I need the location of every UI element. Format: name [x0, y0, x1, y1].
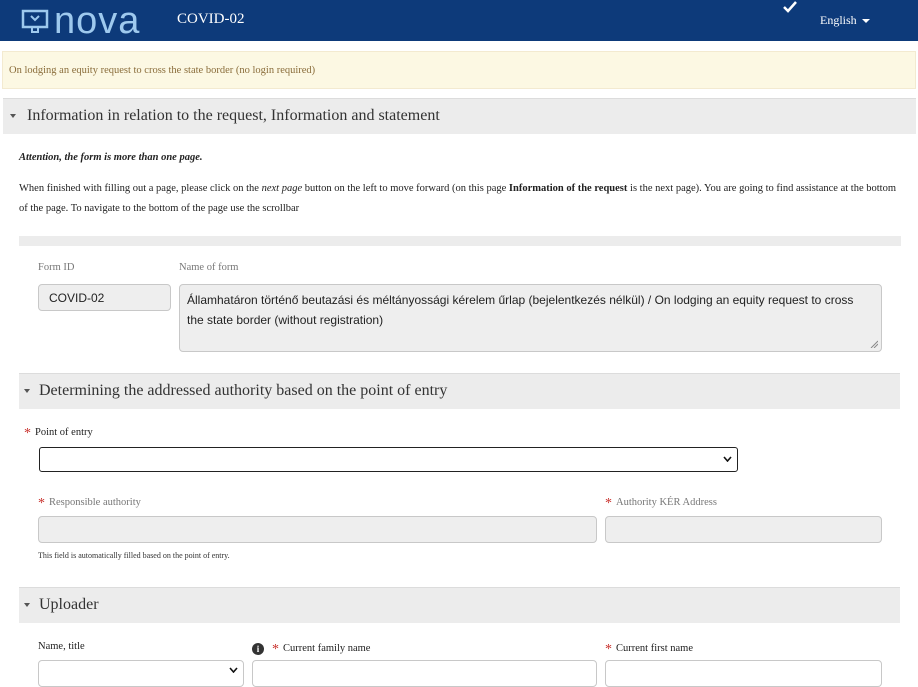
- language-label: English: [820, 13, 857, 27]
- section-title: Uploader: [39, 596, 99, 613]
- language-dropdown[interactable]: English: [820, 13, 870, 28]
- section-header-authority[interactable]: Determining the addressed authority base…: [19, 373, 900, 409]
- form-name-label: Name of form: [179, 262, 239, 273]
- first-name-label: * Current first name: [605, 642, 693, 657]
- attention-note: Attention, the form is more than one pag…: [19, 152, 203, 163]
- name-title-label: Name, title: [38, 641, 85, 652]
- form-name-value: Államhatáron történő beutazási és méltán…: [187, 293, 854, 327]
- divider-bar: [19, 236, 901, 246]
- chevron-down-icon: [229, 667, 238, 673]
- form-id-label: Form ID: [38, 262, 75, 273]
- collapse-triangle-icon: [24, 603, 30, 607]
- collapse-triangle-icon: [24, 389, 30, 393]
- required-asterisk: *: [24, 426, 31, 441]
- required-asterisk: *: [605, 496, 612, 511]
- form-id-value: COVID-02: [49, 291, 105, 305]
- resize-handle-icon[interactable]: [870, 340, 878, 348]
- info-icon[interactable]: i: [252, 643, 264, 655]
- chevron-down-icon: [723, 456, 732, 462]
- notice-text: On lodging an equity request to cross th…: [9, 65, 316, 76]
- section-header-information[interactable]: Information in relation to the request, …: [3, 98, 916, 134]
- checkmark-icon: [783, 1, 797, 13]
- point-of-entry-select[interactable]: [39, 447, 738, 472]
- section-title: Information in relation to the request, …: [27, 107, 440, 124]
- required-asterisk: *: [272, 642, 279, 657]
- monitor-logo-icon: [21, 9, 49, 33]
- required-asterisk: *: [605, 642, 612, 657]
- caret-down-icon: [861, 19, 870, 23]
- point-of-entry-label: * Point of entry: [24, 426, 93, 441]
- authority-ker-field: [605, 516, 882, 543]
- responsible-authority-label: * Responsible authority: [38, 496, 141, 511]
- form-id-field: COVID-02: [38, 284, 171, 311]
- notice-banner: On lodging an equity request to cross th…: [2, 51, 916, 89]
- form-name-field[interactable]: Államhatáron történő beutazási és méltán…: [179, 284, 882, 352]
- section-title: Determining the addressed authority base…: [39, 382, 448, 399]
- required-asterisk: *: [38, 496, 45, 511]
- top-navbar: nova COVID-02 English: [0, 0, 918, 41]
- section-header-uploader[interactable]: Uploader: [19, 587, 900, 623]
- app-title: COVID-02: [177, 11, 245, 27]
- collapse-triangle-icon: [10, 114, 16, 118]
- family-name-label: * Current family name: [272, 642, 371, 657]
- instructions-paragraph: When finished with filling out a page, p…: [19, 183, 896, 214]
- helper-text: This field is automatically filled based…: [38, 551, 230, 560]
- nova-logo[interactable]: nova: [20, 0, 141, 42]
- responsible-authority-field: [38, 516, 597, 543]
- logo-text: nova: [54, 0, 141, 42]
- authority-ker-label: * Authority KÉR Address: [605, 496, 717, 511]
